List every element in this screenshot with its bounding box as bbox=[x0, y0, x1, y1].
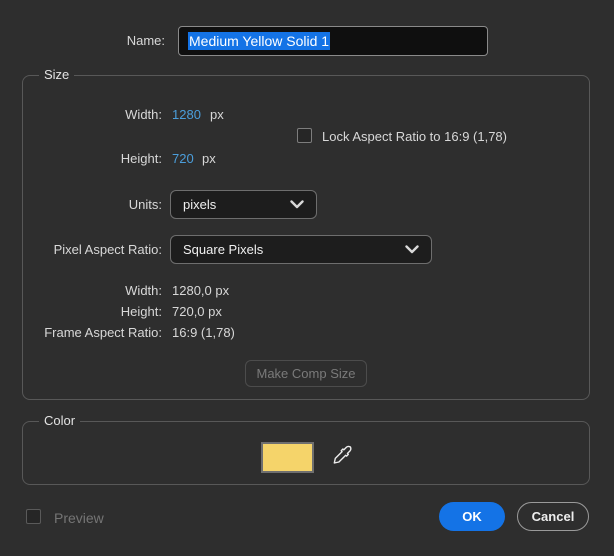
name-input-value: Medium Yellow Solid 1 bbox=[188, 32, 331, 50]
width-unit: px bbox=[210, 107, 224, 122]
color-group-legend: Color bbox=[39, 413, 81, 428]
eyedropper-icon[interactable] bbox=[332, 444, 354, 468]
chevron-down-icon bbox=[290, 200, 304, 209]
solid-settings-dialog: Name: Medium Yellow Solid 1 Size Width: … bbox=[0, 0, 614, 556]
units-label: Units: bbox=[128, 197, 162, 212]
cancel-button[interactable]: Cancel bbox=[517, 502, 589, 531]
pixel-aspect-ratio-dropdown[interactable]: Square Pixels bbox=[170, 235, 432, 264]
make-comp-size-button[interactable]: Make Comp Size bbox=[245, 360, 367, 387]
lock-aspect-ratio-label: Lock Aspect Ratio to 16:9 (1,78) bbox=[322, 129, 507, 144]
width-value[interactable]: 1280 bbox=[172, 107, 201, 122]
info-height-label: Height: bbox=[120, 304, 162, 319]
info-width-value: 1280,0 px bbox=[172, 283, 230, 298]
info-width-label: Width: bbox=[125, 283, 162, 298]
chevron-down-icon bbox=[405, 245, 419, 254]
size-group-legend: Size bbox=[39, 67, 75, 82]
name-input[interactable]: Medium Yellow Solid 1 bbox=[178, 26, 488, 56]
width-label: Width: bbox=[125, 107, 162, 122]
units-dropdown-value: pixels bbox=[183, 197, 217, 212]
info-frame-aspect-ratio-value: 16:9 (1,78) bbox=[172, 325, 235, 340]
lock-aspect-ratio-checkbox[interactable] bbox=[297, 128, 312, 143]
ok-button[interactable]: OK bbox=[439, 502, 505, 531]
info-frame-aspect-ratio-label: Frame Aspect Ratio: bbox=[44, 325, 162, 340]
height-label: Height: bbox=[120, 151, 162, 166]
pixel-aspect-ratio-value: Square Pixels bbox=[183, 242, 264, 257]
preview-checkbox[interactable] bbox=[26, 509, 41, 524]
units-dropdown[interactable]: pixels bbox=[170, 190, 317, 219]
info-height-value: 720,0 px bbox=[172, 304, 222, 319]
height-value[interactable]: 720 bbox=[172, 151, 194, 166]
preview-label: Preview bbox=[54, 510, 104, 526]
color-swatch[interactable] bbox=[261, 442, 314, 473]
pixel-aspect-ratio-label: Pixel Aspect Ratio: bbox=[53, 242, 162, 257]
name-label: Name: bbox=[126, 33, 165, 48]
height-unit: px bbox=[202, 151, 216, 166]
